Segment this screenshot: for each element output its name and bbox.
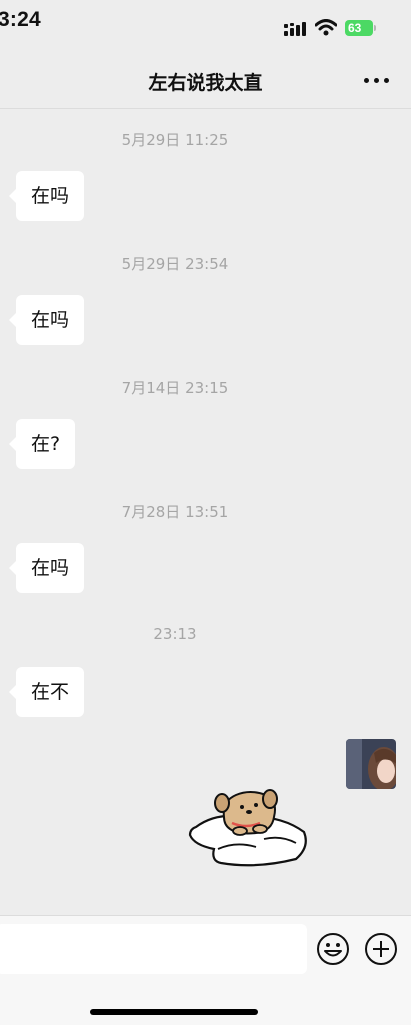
more-icon-dot: [384, 78, 389, 83]
my-avatar[interactable]: [346, 739, 396, 789]
plus-icon[interactable]: [364, 932, 398, 966]
message-timestamp: 5月29日 23:54: [121, 255, 229, 273]
message-bubble[interactable]: 在吗: [8, 171, 85, 221]
battery-icon: 63: [345, 20, 376, 36]
status-bar: 3:24 63: [0, 0, 411, 48]
more-icon-dot: [374, 78, 379, 83]
status-time: 3:24: [0, 8, 41, 31]
wifi-icon: [315, 19, 337, 36]
chat-title: 左右说我太直: [148, 72, 263, 94]
battery-level: 63: [348, 21, 362, 35]
more-icon: [364, 78, 369, 83]
input-bar: [0, 915, 411, 1025]
message-timestamp: 7月14日 23:15: [121, 379, 229, 397]
message-timestamp: 7月28日 13:51: [121, 503, 229, 521]
message-bubble[interactable]: 在?: [8, 419, 76, 469]
home-indicator: [90, 1009, 258, 1015]
chat-header: 左右说我太直: [0, 48, 411, 109]
battery-cap: [374, 25, 376, 31]
message-bubble[interactable]: 在吗: [8, 543, 85, 593]
message-timestamp: 5月29日 11:25: [121, 131, 229, 149]
avatar-image: [346, 739, 396, 789]
message-bubble[interactable]: 在吗: [8, 295, 85, 345]
emoji-icon[interactable]: [316, 932, 350, 966]
message-input[interactable]: [0, 924, 307, 974]
signal-icon: [284, 22, 306, 36]
more-button[interactable]: [360, 70, 394, 90]
dog-sticker-icon[interactable]: [186, 787, 310, 869]
message-bubble[interactable]: 在不: [8, 667, 85, 717]
message-timestamp: 23:13: [153, 625, 197, 643]
